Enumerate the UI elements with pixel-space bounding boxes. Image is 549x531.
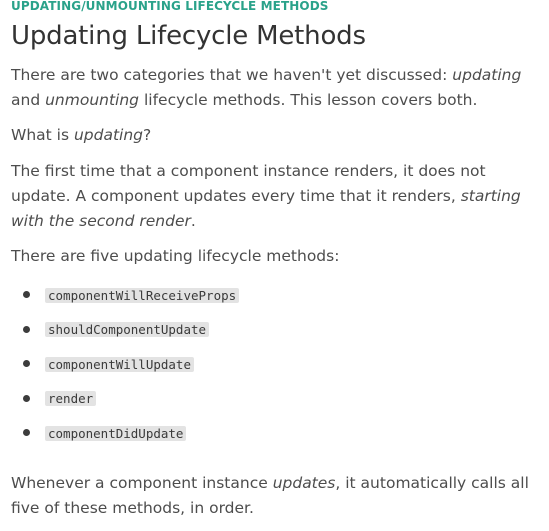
list-intro-paragraph: There are five updating lifecycle method… (11, 247, 340, 265)
method-code: shouldComponentUpdate (45, 322, 210, 338)
list-item: componentWillReceiveProps (11, 282, 541, 317)
question-paragraph: What is updating? (11, 123, 541, 148)
closing-text-before: Whenever a component instance (11, 473, 273, 492)
method-code: componentWillUpdate (45, 356, 194, 372)
question-text-before: What is (11, 126, 74, 144)
explanation-text-after: . (190, 212, 196, 230)
method-code: componentWillReceiveProps (45, 287, 240, 303)
lesson-content: UPDATING/UNMOUNTING LIFECYCLE METHODS Up… (11, 0, 541, 521)
intro-text-after: lifecycle methods. This lesson covers bo… (139, 91, 478, 109)
bullet-icon (23, 291, 30, 298)
section-eyebrow: UPDATING/UNMOUNTING LIFECYCLE METHODS (11, 0, 329, 13)
question-emphasis: updating (73, 126, 144, 144)
page-title: Updating Lifecycle Methods (11, 21, 366, 51)
intro-paragraph: There are two categories that we haven't… (11, 63, 541, 113)
intro-emphasis-unmounting: unmounting (45, 91, 140, 109)
question-text-after: ? (143, 126, 152, 144)
bullet-icon (23, 429, 30, 436)
explanation-paragraph: The first time that a component instance… (11, 159, 541, 234)
closing-paragraph: Whenever a component instance updates, i… (11, 471, 541, 521)
list-item: componentDidUpdate (11, 420, 541, 455)
list-item: render (11, 386, 541, 421)
closing-emphasis: updates (272, 473, 336, 492)
list-item: shouldComponentUpdate (11, 317, 541, 352)
explanation-text-before: The first time that a component instance… (11, 162, 486, 205)
list-item: componentWillUpdate (11, 351, 541, 386)
intro-emphasis-updating: updating (452, 66, 522, 84)
bullet-icon (23, 360, 30, 367)
intro-text-before: There are two categories that we haven't… (11, 66, 453, 84)
method-code: render (45, 391, 97, 407)
method-code: componentDidUpdate (45, 425, 187, 441)
bullet-icon (23, 394, 30, 402)
lifecycle-methods-list: componentWillReceiveProps shouldComponen… (11, 282, 541, 455)
intro-text-middle: and (11, 91, 46, 109)
bullet-icon (23, 325, 30, 333)
